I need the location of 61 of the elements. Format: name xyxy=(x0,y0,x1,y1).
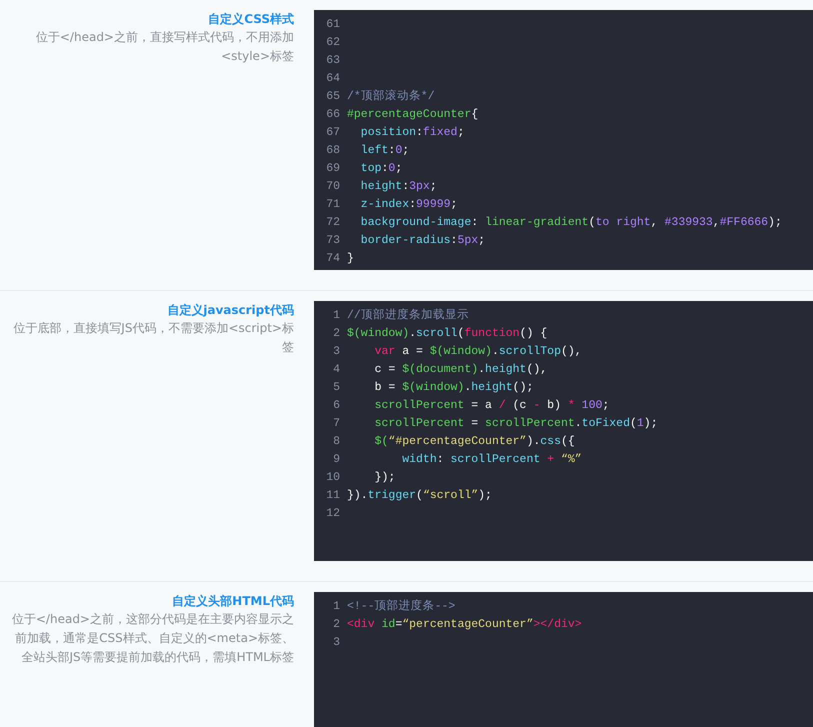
line-number: 2 xyxy=(332,326,341,342)
line-number: 71 xyxy=(325,197,341,213)
code-line: width: scrollPercent + “%” xyxy=(401,452,582,468)
code-line: b = $(window).height(); xyxy=(374,380,534,396)
code-line: c = $(document).height(), xyxy=(374,362,548,378)
code-line: } xyxy=(347,251,354,267)
code-editor[interactable] xyxy=(314,301,813,561)
code-line: }).trigger(“scroll”); xyxy=(347,488,492,504)
code-line: #percentageCounter{ xyxy=(347,107,478,123)
line-number: 72 xyxy=(325,215,341,231)
code-editor[interactable] xyxy=(314,10,813,270)
line-number: 67 xyxy=(325,125,341,141)
code-line: left:0; xyxy=(360,143,410,159)
line-number: 11 xyxy=(325,488,341,504)
line-number: 10 xyxy=(325,470,341,486)
code-line: top:0; xyxy=(360,161,402,177)
code-line: background-image: linear-gradient(to right, #339933,#FF6666); xyxy=(360,215,782,231)
line-number: 68 xyxy=(325,143,341,159)
code-line: z-index:99999; xyxy=(360,197,458,213)
line-number: 66 xyxy=(325,107,341,123)
code-line: }); xyxy=(374,470,396,486)
section-description: 位于</head>之前，这部分代码是在主要内容显示之前加载，通常是CSS样式、自定义的<meta>标签、全站头部JS等需要提前加载的代码，需填HTML标签 xyxy=(10,611,294,666)
line-number: 1 xyxy=(332,308,341,324)
code-line: scrollPercent = scrollPercent.toFixed(1); xyxy=(374,416,658,432)
line-number: 3 xyxy=(332,635,341,651)
line-number: 69 xyxy=(325,161,341,177)
line-number: 65 xyxy=(325,89,341,105)
line-number: 6 xyxy=(332,398,341,414)
line-number: 61 xyxy=(325,17,341,33)
line-number: 4 xyxy=(332,362,341,378)
line-number: 9 xyxy=(332,452,341,468)
code-line: <!--顶部进度条--> xyxy=(347,598,456,615)
line-number: 5 xyxy=(332,380,341,396)
code-line: position:fixed; xyxy=(360,125,464,141)
section-description: 位于</head>之前，直接写样式代码，不用添加<style>标签 xyxy=(34,29,294,65)
section-description: 位于底部，直接填写JS代码，不需要添加<script>标签 xyxy=(12,320,294,356)
line-number: 1 xyxy=(332,599,341,615)
code-line: <div id=“percentageCounter”></div> xyxy=(347,617,582,633)
line-number: 7 xyxy=(332,416,341,432)
section-title: 自定义头部HTML代码 xyxy=(171,593,294,610)
line-number: 2 xyxy=(332,617,341,633)
line-number: 74 xyxy=(325,251,341,267)
code-editor[interactable]: 1 <!--顶部进度条--> 2 <div id=“percentageCounter”></div> 3 xyxy=(314,592,813,727)
code-line: scrollPercent = a / (c - b) * 100; xyxy=(374,398,610,414)
code-line: border-radius:5px; xyxy=(360,233,486,249)
line-number: 64 xyxy=(325,71,341,87)
section-title: 自定义javascript代码 xyxy=(166,302,294,319)
section-title: 自定义CSS样式 xyxy=(207,11,294,28)
line-number: 70 xyxy=(325,179,341,195)
line-number: 73 xyxy=(325,233,341,249)
code-line: //顶部进度条加载显示 xyxy=(347,307,469,324)
line-number: 3 xyxy=(332,344,341,360)
line-number: 8 xyxy=(332,434,341,450)
code-line: $(“#percentageCounter”).css({ xyxy=(374,434,575,450)
code-line: height:3px; xyxy=(360,179,437,195)
code-line: /*顶部滚动条*/ xyxy=(347,88,435,105)
line-number: 62 xyxy=(325,35,341,51)
line-number: 63 xyxy=(325,53,341,69)
code-line: $(window).scroll(function() { xyxy=(347,326,548,342)
code-line: var a = $(window).scrollTop(), xyxy=(374,344,582,360)
line-number: 12 xyxy=(325,506,341,522)
